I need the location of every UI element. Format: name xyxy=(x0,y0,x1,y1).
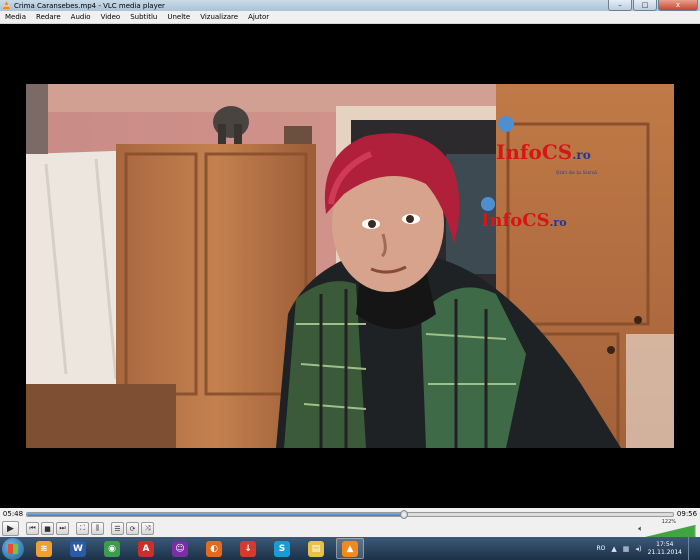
windows-taskbar: ≋ W ◉ A ☺ ◐ ↓ S ▤ ▲ RO ▲ ▦ ◂) 17:54 21.11.2014 xyxy=(0,537,700,560)
show-hidden-icons-icon[interactable]: ▲ xyxy=(611,545,616,553)
watermark-b-brand: InfoCS xyxy=(481,210,550,231)
menu-vizualizare[interactable]: Vizualizare xyxy=(195,13,243,21)
previous-button[interactable]: ⏮ xyxy=(26,522,39,535)
vlc-app-icon: ▲ xyxy=(342,540,358,557)
volume-percent: 122% xyxy=(661,519,676,525)
skip-back-icon: ⏮ xyxy=(29,524,36,532)
play-icon: ▶ xyxy=(7,523,14,534)
title-bar[interactable]: Crima Caransebes.mp4 - VLC media player … xyxy=(0,0,700,11)
folder-app-icon: ▤ xyxy=(308,540,324,557)
volume-slider[interactable]: 122% xyxy=(645,519,697,538)
video-frame[interactable]: InfoCS.ro Știri de la Sursă InfoCS.ro xyxy=(26,84,674,448)
menu-subtitlu[interactable]: Subtitlu xyxy=(125,13,162,21)
vlc-window: Crima Caransebes.mp4 - VLC media player … xyxy=(0,0,700,560)
firefox-app-icon: ◐ xyxy=(206,540,222,557)
fullscreen-button[interactable]: ⛶ xyxy=(76,522,89,535)
seek-row: 05:48 09:56 xyxy=(0,508,700,520)
yahoo-messenger-app-button[interactable]: ☺ xyxy=(166,538,194,559)
vlc-cone-icon xyxy=(2,1,11,10)
extended-settings-button[interactable]: ⫼ xyxy=(91,522,104,535)
seek-handle[interactable] xyxy=(400,509,409,519)
menu-audio[interactable]: Audio xyxy=(66,13,96,21)
watermark-tagline: Știri de la Sursă xyxy=(556,170,598,176)
chrome-app-icon: ◉ xyxy=(104,540,120,557)
equalizer-icon: ⫼ xyxy=(95,524,100,532)
vlc-app-button[interactable]: ▲ xyxy=(336,538,364,559)
menu-bar: Media Redare Audio Video Subtitlu Unelte… xyxy=(0,11,700,24)
play-button[interactable]: ▶ xyxy=(2,521,19,536)
volume-tray-icon[interactable]: ◂) xyxy=(635,545,641,553)
stop-icon: ■ xyxy=(44,524,51,533)
word-app-button[interactable]: W xyxy=(64,538,92,559)
minimize-button[interactable]: – xyxy=(608,0,632,11)
start-button[interactable] xyxy=(2,537,24,560)
system-tray: RO ▲ ▦ ◂) 17:54 21.11.2014 xyxy=(596,537,700,560)
menu-unelte[interactable]: Unelte xyxy=(162,13,195,21)
word-app-icon: W xyxy=(70,540,86,557)
download-app-button[interactable]: ↓ xyxy=(234,538,262,559)
seek-bar[interactable] xyxy=(26,509,674,519)
skip-forward-icon: ⏭ xyxy=(59,524,66,532)
explorer-app-icon: ≋ xyxy=(36,540,52,557)
network-icon[interactable]: ▦ xyxy=(623,545,630,553)
watermark-logo-a: InfoCS.ro xyxy=(496,140,591,164)
window-title: Crima Caransebes.mp4 - VLC media player xyxy=(14,1,165,10)
skype-app-button[interactable]: S xyxy=(268,538,296,559)
video-scene xyxy=(26,84,674,448)
pdf-app-icon: A xyxy=(138,540,154,557)
firefox-app-button[interactable]: ◐ xyxy=(200,538,228,559)
speaker-icon[interactable]: 🔈︎ xyxy=(638,524,643,534)
close-button[interactable]: x xyxy=(658,0,698,11)
folder-app-button[interactable]: ▤ xyxy=(302,538,330,559)
pdf-app-button[interactable]: A xyxy=(132,538,160,559)
total-time[interactable]: 09:56 xyxy=(674,510,700,518)
taskbar-clock[interactable]: 17:54 21.11.2014 xyxy=(648,541,682,557)
clock-time: 17:54 xyxy=(656,540,674,548)
skype-app-icon: S xyxy=(274,540,290,557)
show-desktop-button[interactable] xyxy=(688,537,696,560)
menu-media[interactable]: Media xyxy=(0,13,31,21)
video-area[interactable]: InfoCS.ro Știri de la Sursă InfoCS.ro xyxy=(0,24,700,508)
volume-control: 🔈︎ 122% xyxy=(638,519,697,538)
menu-ajutor[interactable]: Ajutor xyxy=(243,13,274,21)
stop-button[interactable]: ■ xyxy=(41,522,54,535)
clock-date: 21.11.2014 xyxy=(647,548,682,556)
elapsed-time[interactable]: 05:48 xyxy=(0,510,26,518)
menu-video[interactable]: Video xyxy=(96,13,126,21)
fullscreen-icon: ⛶ xyxy=(80,524,85,532)
watermark-b-tld: .ro xyxy=(549,216,567,229)
loop-button[interactable]: ⟳ xyxy=(126,522,139,535)
playlist-icon: ☰ xyxy=(114,524,121,533)
chrome-app-button[interactable]: ◉ xyxy=(98,538,126,559)
next-button[interactable]: ⏭ xyxy=(56,522,69,535)
playlist-button[interactable]: ☰ xyxy=(111,522,124,535)
taskbar-apps: ≋ W ◉ A ☺ ◐ ↓ S ▤ ▲ xyxy=(30,538,370,559)
volume-wedge xyxy=(645,524,697,538)
download-app-icon: ↓ xyxy=(240,540,256,557)
watermark-logo-b: InfoCS.ro xyxy=(481,210,567,231)
shuffle-icon: ⤨ xyxy=(144,524,151,532)
menu-redare[interactable]: Redare xyxy=(31,13,66,21)
language-indicator[interactable]: RO xyxy=(596,545,605,552)
maximize-button[interactable]: □ xyxy=(633,0,657,11)
explorer-app-button[interactable]: ≋ xyxy=(30,538,58,559)
shuffle-button[interactable]: ⤨ xyxy=(141,522,154,535)
control-bar: ▶ ⏮ ■ ⏭ ⛶ ⫼ ☰ ⟳ ⤨ 🔈︎ 122% xyxy=(0,519,700,538)
yahoo-messenger-app-icon: ☺ xyxy=(172,540,188,557)
seek-bar-fill xyxy=(27,512,405,516)
watermark-a-tld: .ro xyxy=(572,148,591,162)
watermark-a-brand: InfoCS xyxy=(496,140,573,164)
loop-icon: ⟳ xyxy=(129,524,136,533)
